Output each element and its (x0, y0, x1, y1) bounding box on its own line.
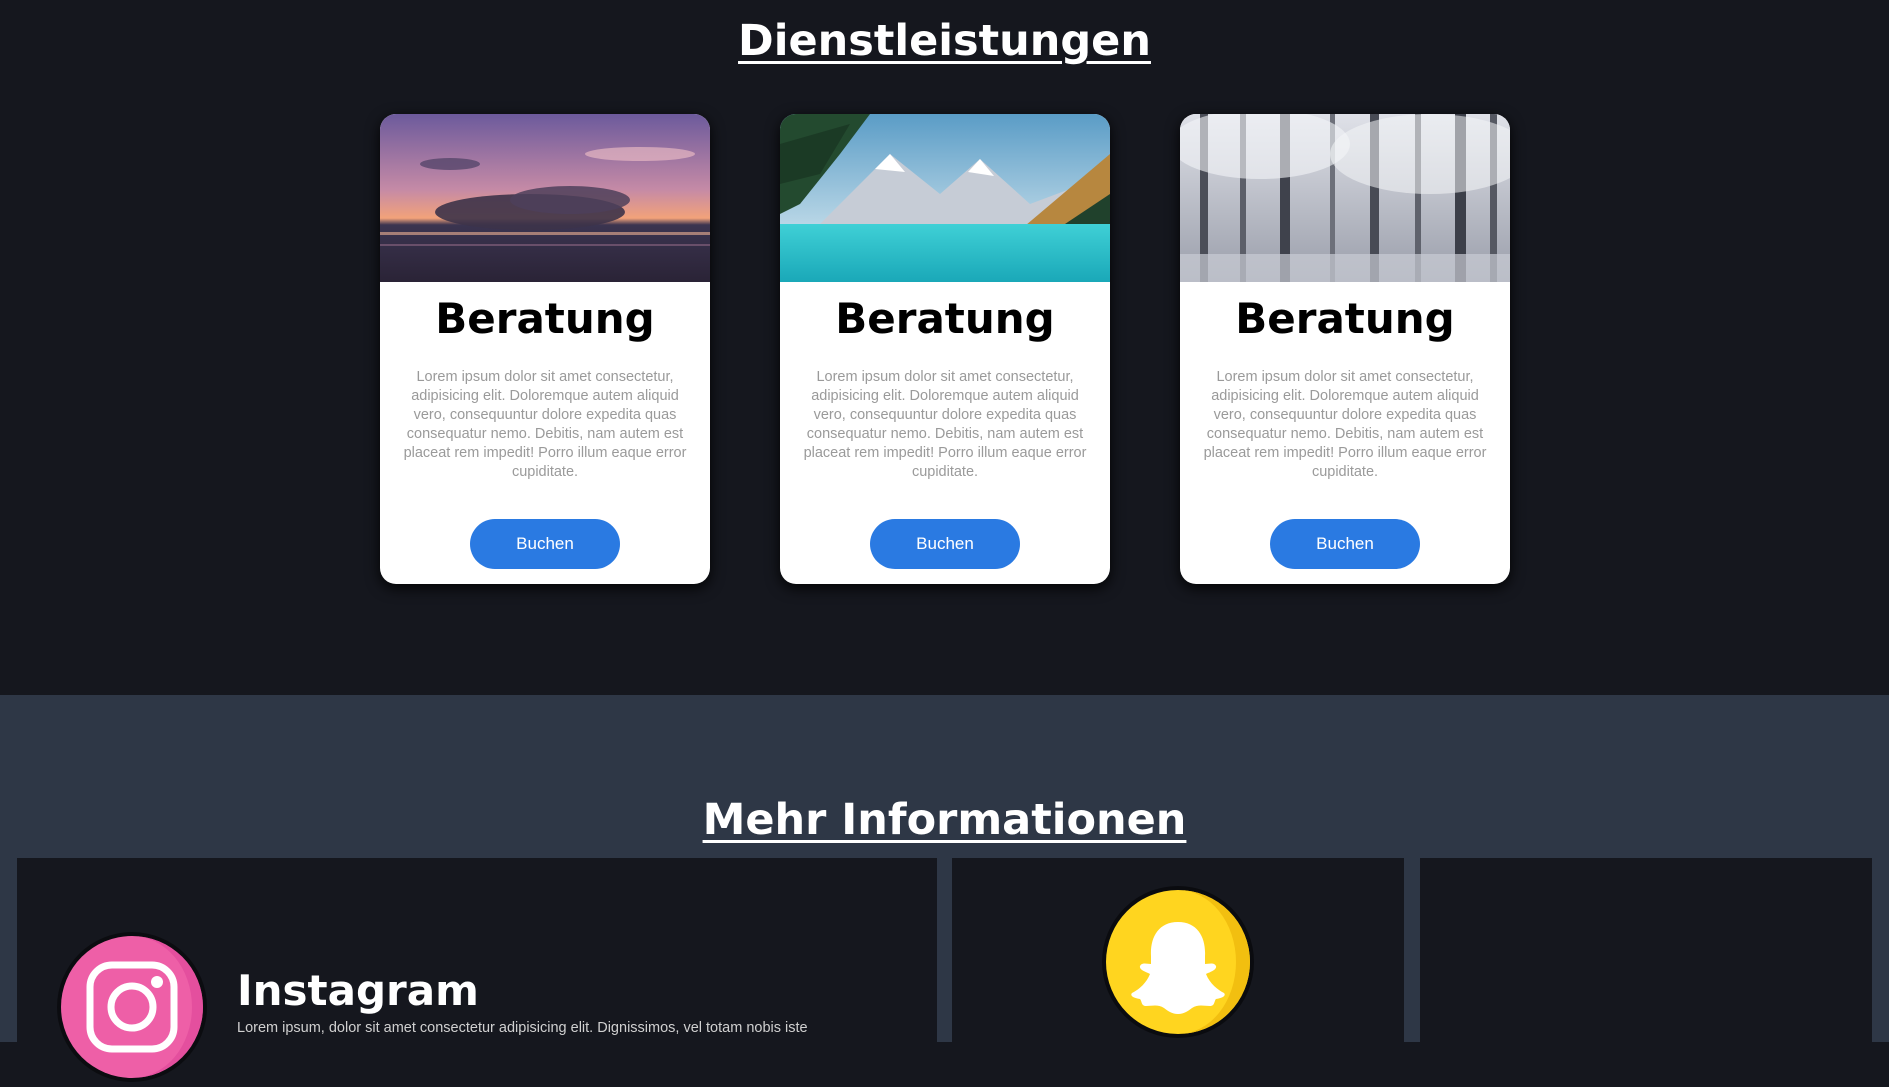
snowy-forest-photo (1180, 114, 1510, 282)
info-panel-empty (1420, 858, 1872, 1042)
instagram-icon[interactable] (57, 932, 207, 1082)
card-title: Beratung (435, 294, 655, 343)
card-description: Lorem ipsum dolor sit amet consectetur, … (803, 369, 1087, 480)
sunset-sea-photo (380, 114, 710, 282)
instagram-panel: Instagram Lorem ipsum, dolor sit amet co… (17, 858, 937, 1082)
book-button[interactable]: Buchen (470, 519, 620, 569)
card-description: Lorem ipsum dolor sit amet consectetur, … (403, 369, 687, 480)
card-title: Beratung (835, 294, 1055, 343)
info-section: Mehr Informationen Instagram Lorem ipsum… (0, 695, 1889, 1082)
service-card: Beratung Lorem ipsum dolor sit amet cons… (780, 114, 1110, 584)
instagram-title: Instagram (237, 966, 479, 1015)
snapchat-panel (952, 858, 1404, 1042)
services-heading: Dienstleistungen (738, 16, 1151, 66)
snapchat-icon[interactable] (1102, 886, 1254, 1038)
service-card: Beratung Lorem ipsum dolor sit amet cons… (380, 114, 710, 584)
card-description: Lorem ipsum dolor sit amet consectetur, … (1203, 369, 1487, 480)
mountain-lake-photo (780, 114, 1110, 282)
instagram-description: Lorem ipsum, dolor sit amet consectetur … (237, 1020, 808, 1036)
services-section: Dienstleistungen Beratung Lorem ipsum do… (0, 0, 1889, 695)
service-cards: Beratung Lorem ipsum dolor sit amet cons… (380, 114, 1510, 586)
service-card: Beratung Lorem ipsum dolor sit amet cons… (1180, 114, 1510, 584)
card-title: Beratung (1235, 294, 1455, 343)
book-button[interactable]: Buchen (870, 519, 1020, 569)
info-heading: Mehr Informationen (702, 795, 1187, 845)
book-button[interactable]: Buchen (1270, 519, 1420, 569)
